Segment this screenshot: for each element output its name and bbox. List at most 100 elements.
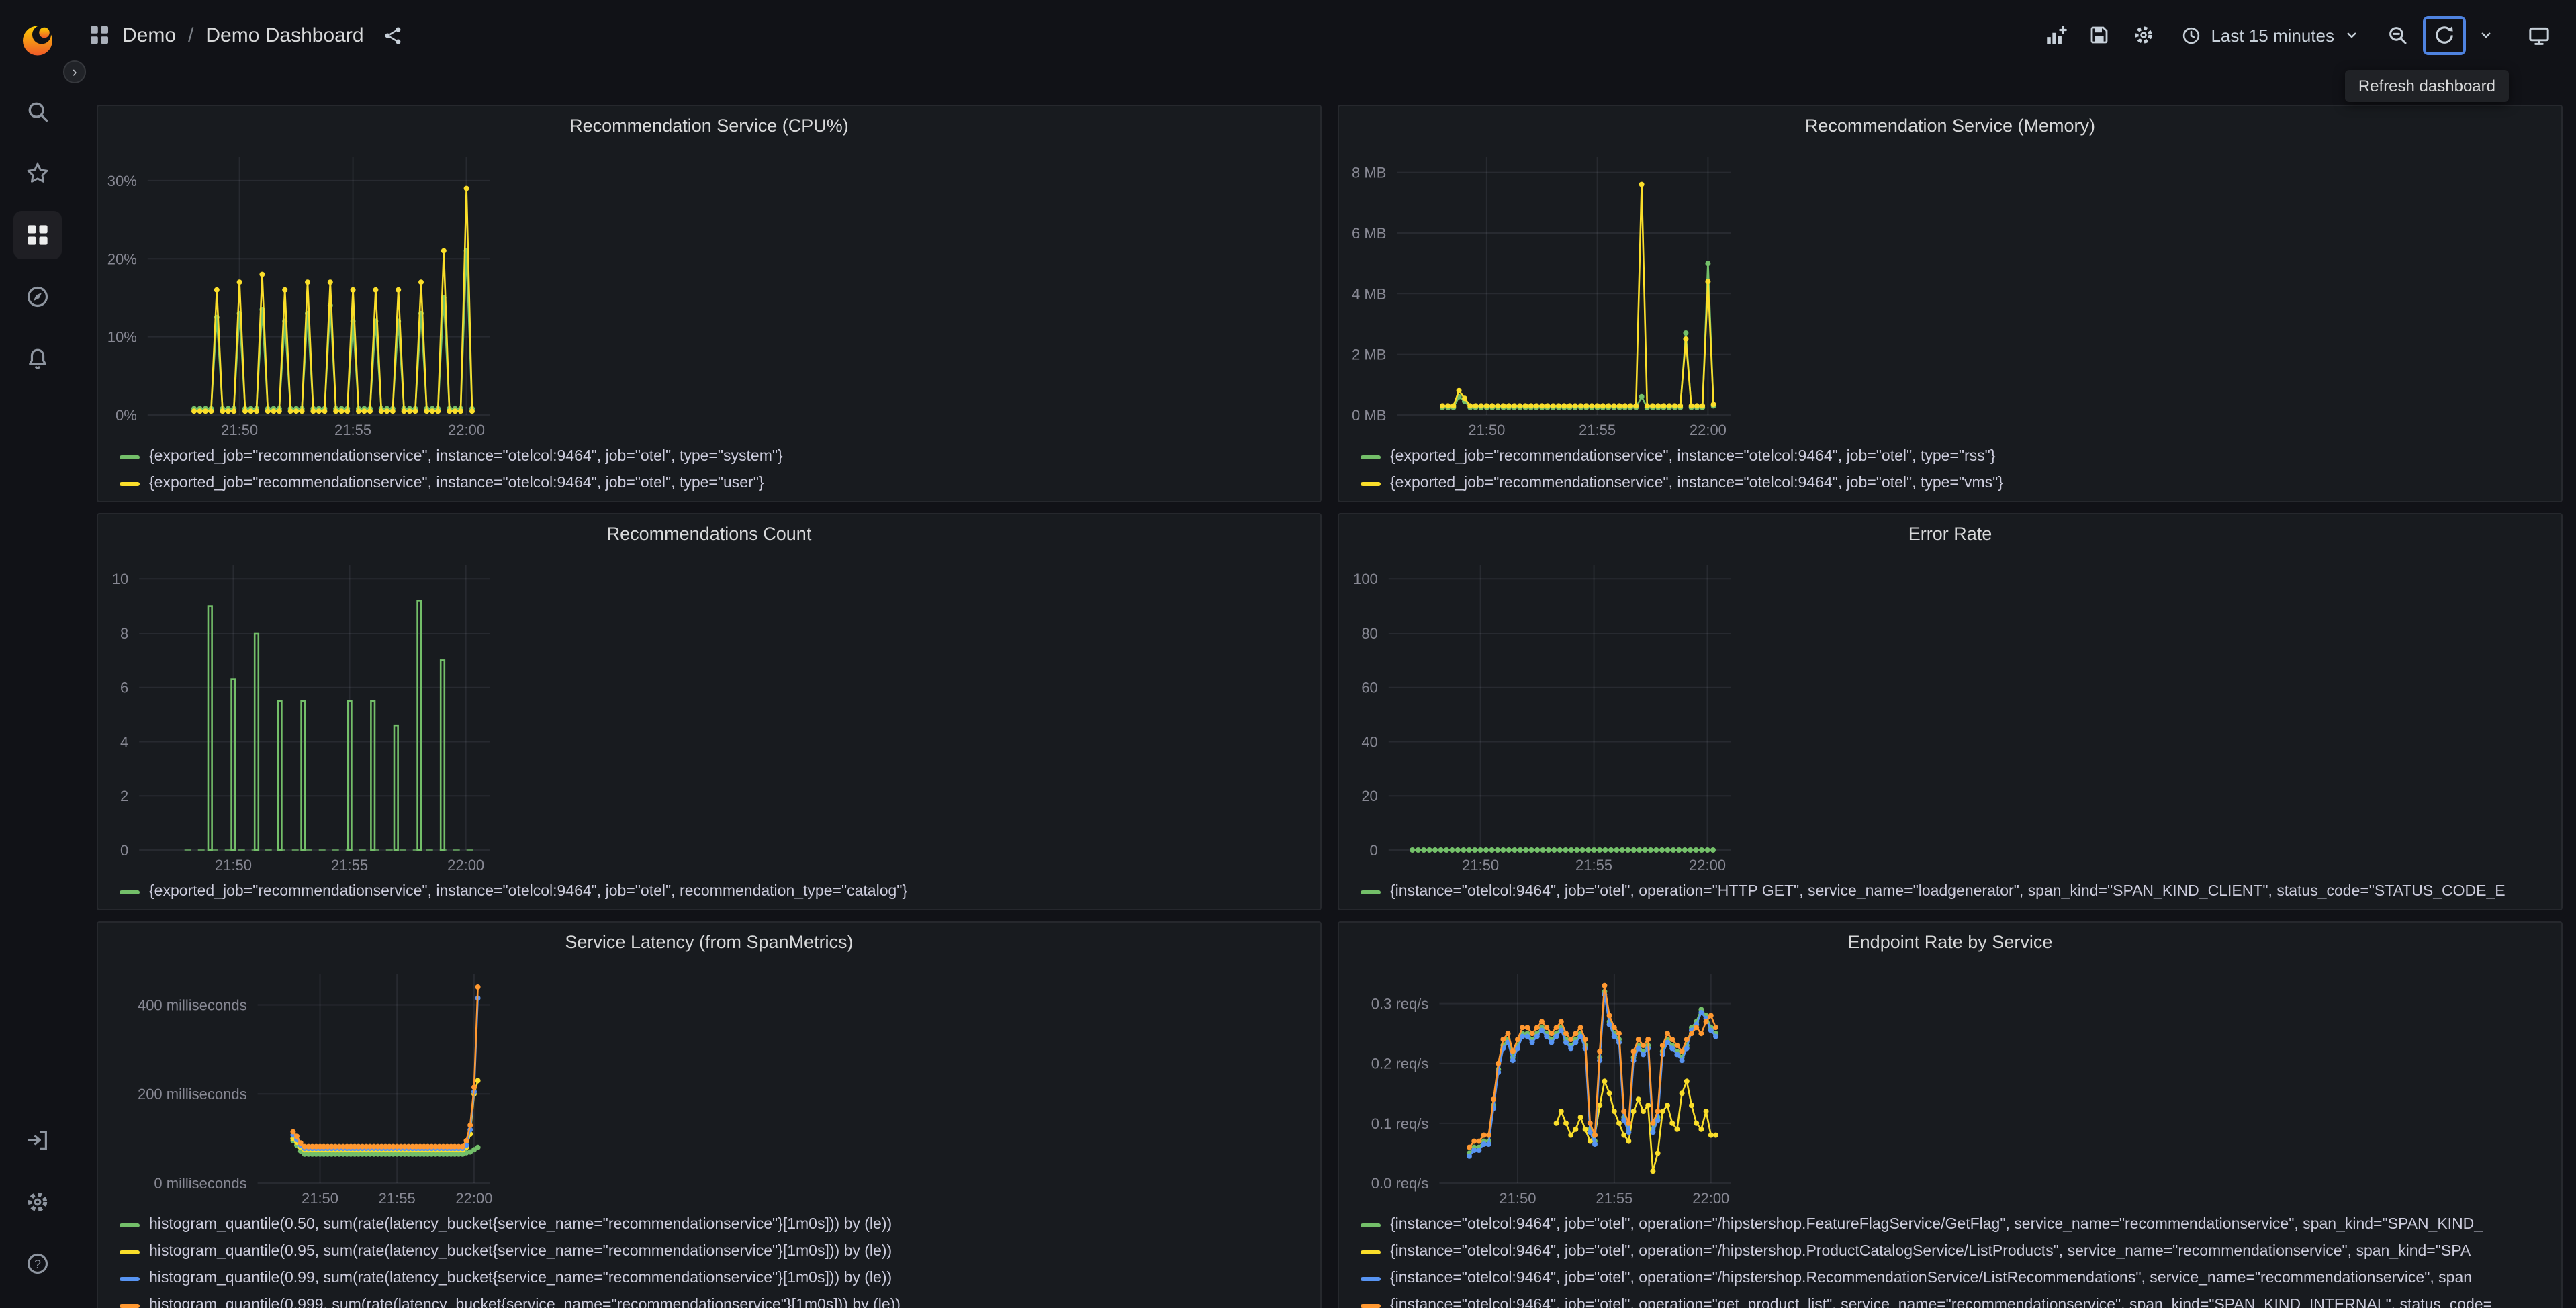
legend-item[interactable]: histogram_quantile(0.95, sum(rate(latenc… xyxy=(120,1240,1307,1264)
legend-color-marker xyxy=(120,890,140,894)
svg-text:21:55: 21:55 xyxy=(1596,1190,1632,1207)
legend-item[interactable]: {instance="otelcol:9464", job="otel", op… xyxy=(1361,1213,2548,1237)
grafana-logo[interactable] xyxy=(17,19,58,59)
legend-item[interactable]: histogram_quantile(0.999, sum(rate(laten… xyxy=(120,1293,1307,1308)
legend-label: {exported_job="recommendationservice", i… xyxy=(1390,449,1996,465)
panel-title[interactable]: Recommendation Service (CPU%) xyxy=(98,106,1320,144)
settings-gear-icon xyxy=(2135,26,2153,44)
panel-service-latency: Service Latency (from SpanMetrics) 21:50… xyxy=(97,921,1322,1308)
svg-text:21:50: 21:50 xyxy=(221,422,258,438)
legend-item[interactable]: {exported_job="recommendationservice", i… xyxy=(120,471,1307,496)
svg-text:21:55: 21:55 xyxy=(334,422,371,438)
svg-text:22:00: 22:00 xyxy=(447,857,484,874)
panel-title[interactable]: Error Rate xyxy=(1339,514,2561,552)
legend-color-marker xyxy=(1361,1276,1381,1280)
svg-text:21:50: 21:50 xyxy=(1462,857,1499,874)
legend-item[interactable]: {instance="otelcol:9464", job="otel", op… xyxy=(1361,1293,2548,1308)
sidebar-item-sign-in[interactable] xyxy=(13,1116,62,1164)
legend-color-marker xyxy=(1361,1223,1381,1227)
legend-color-marker xyxy=(120,455,140,459)
legend-color-marker xyxy=(120,1303,140,1307)
legend-item[interactable]: {exported_job="recommendationservice", i… xyxy=(120,445,1307,469)
refresh-icon xyxy=(2436,26,2453,44)
legend-item[interactable]: {instance="otelcol:9464", job="otel", op… xyxy=(1361,1266,2548,1291)
time-range-picker[interactable]: Last 15 minutes xyxy=(2169,16,2372,54)
bell-icon xyxy=(29,348,46,369)
svg-text:22:00: 22:00 xyxy=(1690,422,1727,438)
share-icon xyxy=(385,26,400,44)
sidebar-item-dashboards[interactable] xyxy=(13,211,62,259)
panel-chart[interactable]: 21:50 21:55 22:00 0% 10% 20% 30% xyxy=(106,144,509,442)
svg-text:4: 4 xyxy=(120,733,128,750)
panel-recommendations-count: Recommendations Count 21:50 21:55 22:00 0 2 4… xyxy=(97,513,1322,910)
refresh-interval-dropdown[interactable] xyxy=(2473,16,2499,54)
svg-text:20%: 20% xyxy=(107,250,137,267)
panel-recommendation-cpu: Recommendation Service (CPU%) 21:50 21:55… xyxy=(97,105,1322,502)
monitor-icon xyxy=(2528,26,2548,44)
panel-add-icon xyxy=(2046,25,2067,44)
panel-title[interactable]: Recommendations Count xyxy=(98,514,1320,552)
legend-item[interactable]: {exported_job="recommendationservice", i… xyxy=(1361,445,2548,469)
legend-item[interactable]: histogram_quantile(0.99, sum(rate(latenc… xyxy=(120,1266,1307,1291)
legend-label: histogram_quantile(0.50, sum(rate(latenc… xyxy=(149,1217,892,1233)
svg-text:8 MB: 8 MB xyxy=(1352,165,1386,181)
panel-title[interactable]: Endpoint Rate by Service xyxy=(1339,923,2561,960)
sidebar-item-search[interactable] xyxy=(13,87,62,136)
svg-text:22:00: 22:00 xyxy=(1689,857,1726,874)
legend-label: {instance="otelcol:9464", job="otel", op… xyxy=(1390,884,2505,900)
sidebar-item-favorites[interactable] xyxy=(13,149,62,197)
legend-item[interactable]: {exported_job="recommendationservice", i… xyxy=(120,880,1307,904)
dashboards-grid-icon xyxy=(28,225,48,245)
panel-chart[interactable]: 21:50 21:55 22:00 0.0 req/s 0.1 req/s 0.2 req… xyxy=(1347,960,1750,1210)
svg-text:0 milliseconds: 0 milliseconds xyxy=(154,1175,246,1192)
legend-item[interactable]: {exported_job="recommendationservice", i… xyxy=(1361,471,2548,496)
cycle-view-mode-button[interactable] xyxy=(2520,16,2557,54)
sidebar-item-configuration[interactable] xyxy=(13,1178,62,1226)
sidebar-item-help[interactable]: ? xyxy=(13,1240,62,1288)
panel-title[interactable]: Recommendation Service (Memory) xyxy=(1339,106,2561,144)
svg-text:0%: 0% xyxy=(116,407,137,424)
svg-text:21:50: 21:50 xyxy=(302,1190,338,1207)
legend-label: {instance="otelcol:9464", job="otel", op… xyxy=(1390,1244,2471,1260)
zoom-out-button[interactable] xyxy=(2379,16,2416,54)
breadcrumb-section[interactable]: Demo xyxy=(122,24,176,46)
svg-text:2: 2 xyxy=(120,788,128,804)
svg-text:22:00: 22:00 xyxy=(1692,1190,1729,1207)
add-panel-button[interactable] xyxy=(2036,16,2074,54)
breadcrumb-page-title[interactable]: Demo Dashboard xyxy=(205,24,363,46)
panel-chart[interactable]: 21:50 21:55 22:00 0 milliseconds 200 millise… xyxy=(106,960,509,1210)
chevron-right-icon: › xyxy=(72,64,77,80)
legend-item[interactable]: {instance="otelcol:9464", job="otel", op… xyxy=(1361,880,2548,904)
panel-title[interactable]: Service Latency (from SpanMetrics) xyxy=(98,923,1320,960)
panel-chart[interactable]: 21:50 21:55 22:00 0 2 4 6 8 10 xyxy=(106,552,509,877)
legend-label: histogram_quantile(0.99, sum(rate(latenc… xyxy=(149,1270,892,1287)
panel-chart[interactable]: 21:50 21:55 22:00 0 20 40 60 80 100 xyxy=(1347,552,1750,877)
zoom-out-icon xyxy=(2389,27,2407,44)
save-dashboard-button[interactable] xyxy=(2080,16,2118,54)
svg-text:21:50: 21:50 xyxy=(1499,1190,1536,1207)
svg-text:20: 20 xyxy=(1361,788,1377,804)
header-actions: Last 15 minutes xyxy=(2036,15,2557,54)
sidebar-item-explore[interactable] xyxy=(13,273,62,321)
share-dashboard-button[interactable] xyxy=(376,20,410,50)
panel-legend: {instance="otelcol:9464", job="otel", op… xyxy=(1361,880,2548,904)
legend-label: {instance="otelcol:9464", job="otel", op… xyxy=(1390,1270,2473,1287)
refresh-dashboard-button[interactable] xyxy=(2426,18,2463,52)
legend-item[interactable]: histogram_quantile(0.50, sum(rate(latenc… xyxy=(120,1213,1307,1237)
svg-text:6 MB: 6 MB xyxy=(1352,225,1386,242)
apps-icon xyxy=(89,24,110,46)
sidebar-item-alerting[interactable] xyxy=(13,334,62,383)
grafana-app: ? › Demo / Demo Dashboard Last 15 minute… xyxy=(0,0,2576,1308)
legend-label: {exported_job="recommendationservice", i… xyxy=(1390,475,2004,492)
svg-text:60: 60 xyxy=(1361,680,1377,696)
panel-legend: {exported_job="recommendationservice", i… xyxy=(120,445,1307,496)
legend-item[interactable]: {instance="otelcol:9464", job="otel", op… xyxy=(1361,1240,2548,1264)
refresh-tooltip: Refresh dashboard xyxy=(2344,70,2509,102)
sidebar-expand-button[interactable]: › xyxy=(63,60,86,83)
panel-chart[interactable]: 21:50 21:55 22:00 0 MB 2 MB 4 MB 6 MB 8 MB xyxy=(1347,144,1750,442)
legend-color-marker xyxy=(1361,455,1381,459)
legend-label: {exported_job="recommendationservice", i… xyxy=(149,449,783,465)
breadcrumb-separator: / xyxy=(188,24,194,46)
header: Demo / Demo Dashboard Last 15 minutes xyxy=(75,0,2576,70)
dashboard-settings-button[interactable] xyxy=(2125,16,2162,54)
